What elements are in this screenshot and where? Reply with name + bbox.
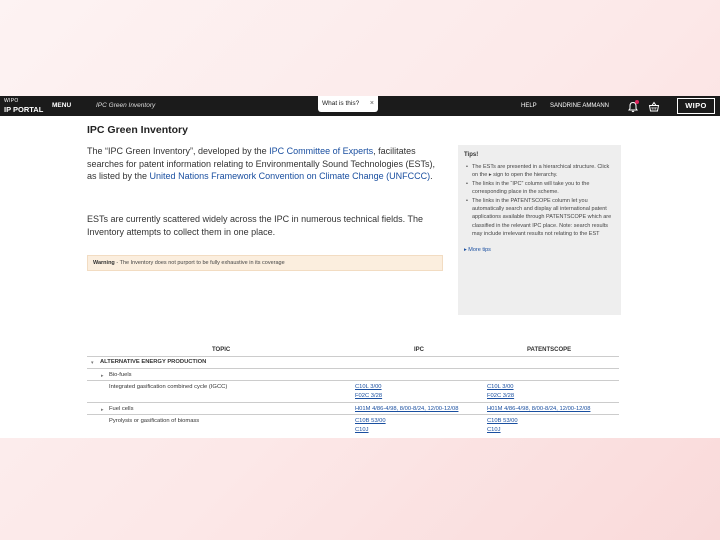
ipc-code-link[interactable]: F02C 3/28 (355, 393, 382, 399)
close-icon[interactable]: × (370, 96, 374, 112)
unfccc-link[interactable]: United Nations Framework Convention on C… (150, 171, 431, 181)
patentscope-link[interactable]: C10B 53/00 (487, 418, 518, 424)
tips-title: Tips! (464, 152, 479, 158)
intro-text-1: The “IPC Green Inventory”, developed by … (87, 146, 270, 156)
more-tips-link[interactable]: ▸ More tips (464, 247, 615, 253)
patentscope-link[interactable]: C10L 3/00 (487, 384, 514, 390)
table-row-topic: Integrated gasification combined cycle (… (109, 384, 228, 390)
tip-item: The ESTs are presented in a hierarchical… (466, 163, 615, 180)
tips-panel: Tips! The ESTs are presented in a hierar… (458, 145, 621, 315)
tip-item: The links in the “IPC” column will take … (466, 180, 615, 197)
table-row-topic: Pyrolysis or gasification of biomass (109, 418, 200, 424)
intro-paragraph-2: ESTs are currently scattered widely acro… (87, 214, 423, 237)
wipo-ip-portal-logo[interactable]: WIPO IP PORTAL (4, 98, 43, 113)
expand-arrow-icon[interactable]: ▸ (101, 373, 104, 379)
column-header-topic: TOPIC (212, 347, 231, 353)
ipc-code-link[interactable]: C10L 3/00 (355, 384, 382, 390)
breadcrumb[interactable]: IPC Green Inventory (96, 102, 155, 109)
patentscope-link[interactable]: H01M 4/86-4/98, 8/00-8/24, 12/00-12/08 (487, 406, 590, 412)
browser-screenshot: WIPO IP PORTAL MENU IPC Green Inventory … (0, 96, 720, 438)
top-navigation-bar: WIPO IP PORTAL MENU IPC Green Inventory … (0, 96, 720, 116)
ipc-code-link[interactable]: H01M 4/86-4/98, 8/00-8/24, 12/00-12/08 (355, 406, 458, 412)
patentscope-link[interactable]: F02C 3/28 (487, 393, 514, 399)
tips-list: The ESTs are presented in a hierarchical… (464, 163, 615, 239)
logo-small-text: WIPO (4, 98, 19, 104)
expand-arrow-icon[interactable]: ▸ (101, 407, 104, 413)
ipc-code-link[interactable]: C10J (355, 427, 369, 433)
warning-label: Warning (93, 260, 115, 266)
table-row-topic[interactable]: Fuel cells (109, 406, 133, 412)
intro-text-3: . (430, 171, 433, 181)
wipo-logo[interactable]: WIPO (677, 98, 715, 114)
what-is-this-button[interactable]: What is this? × (318, 96, 378, 112)
section-row-alternative-energy[interactable]: ALTERNATIVE ENERGY PRODUCTION (100, 359, 206, 365)
row-divider (87, 368, 619, 369)
what-is-this-label: What is this? (322, 100, 360, 107)
warning-banner: Warning - The Inventory does not purport… (87, 255, 443, 271)
notification-dot (635, 100, 639, 104)
menu-button[interactable]: MENU (52, 102, 71, 109)
row-divider (87, 380, 619, 381)
warning-text: - The Inventory does not purport to be f… (114, 260, 285, 266)
row-divider (87, 414, 619, 415)
page-title: IPC Green Inventory (87, 124, 188, 136)
row-divider (87, 402, 619, 403)
ipc-committee-link[interactable]: IPC Committee of Experts (269, 146, 373, 156)
user-account-link[interactable]: SANDRINE AMMANN (550, 103, 609, 109)
help-link[interactable]: HELP (521, 103, 537, 109)
table-row-topic[interactable]: Bio-fuels (109, 372, 132, 378)
patentscope-link[interactable]: C10J (487, 427, 501, 433)
logo-big-text: IP PORTAL (4, 105, 44, 114)
column-header-patentscope: PATENTSCOPE (527, 347, 572, 353)
table-header-divider (87, 356, 619, 357)
basket-icon[interactable] (648, 100, 660, 112)
collapse-arrow-icon[interactable]: ▾ (91, 360, 94, 366)
intro-paragraph: The “IPC Green Inventory”, developed by … (87, 145, 439, 183)
column-header-ipc: IPC (414, 347, 425, 353)
ipc-code-link[interactable]: C10B 53/00 (355, 418, 386, 424)
notification-bell-icon[interactable] (627, 100, 639, 113)
tip-item: The links in the PATENTSCOPE column let … (466, 197, 615, 239)
